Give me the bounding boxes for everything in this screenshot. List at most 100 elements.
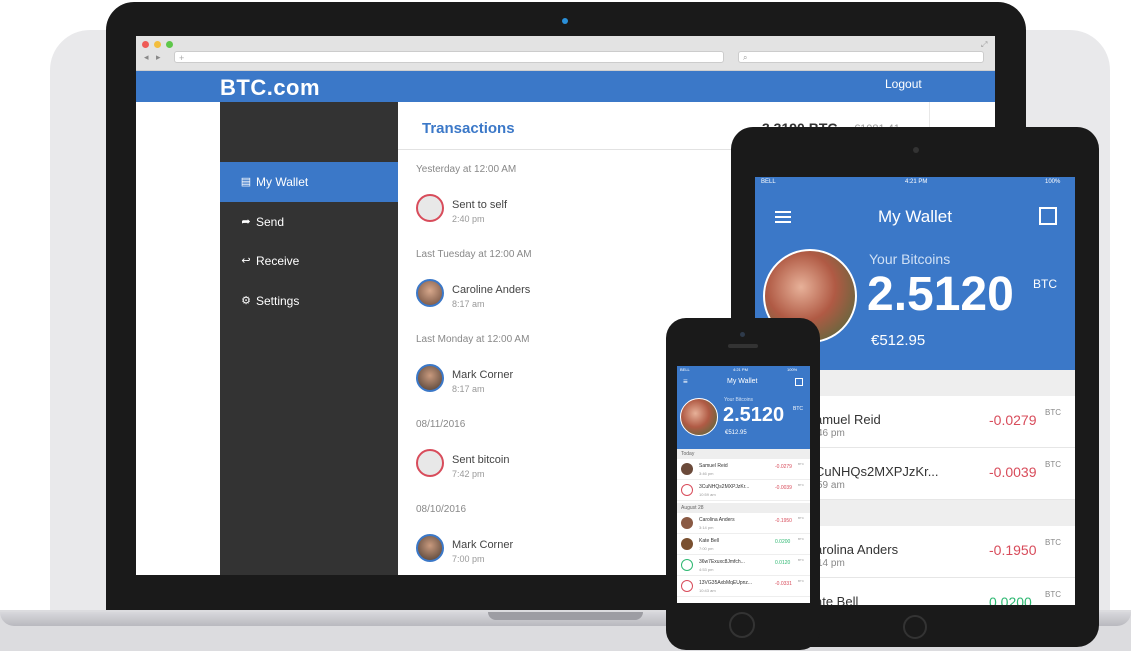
- balance-amount: 2.5120: [723, 404, 785, 426]
- group-date: 08/11/2016: [416, 419, 466, 430]
- tablet-home-button[interactable]: [903, 615, 927, 639]
- item-unit: BTC: [1045, 460, 1061, 469]
- item-name: 3CuNHQs2MXPJzKr...: [699, 484, 750, 490]
- avatar: [416, 194, 444, 222]
- phone-frame: BELL 4:21 PM 100% ≡ My Wallet Your Bitco…: [666, 318, 820, 650]
- transaction-time: 7:00 pm: [452, 554, 485, 564]
- transaction-name[interactable]: Sent bitcoin: [452, 454, 509, 466]
- list-item[interactable]: 36w7Exuxc8Jmfch... 4:53 pm 0.0120 BTC: [677, 555, 810, 576]
- menu-icon[interactable]: [775, 211, 791, 223]
- balance-fiat: €512.95: [725, 430, 747, 436]
- sidebar-item-receive[interactable]: ↩ Receive: [220, 241, 398, 281]
- transaction-name[interactable]: Mark Corner: [452, 369, 513, 381]
- qr-code-icon[interactable]: [795, 378, 803, 386]
- item-amount: -0.0279: [989, 412, 1037, 428]
- list-item[interactable]: Samuel Reid 3:46 pm -0.0279 BTC: [677, 459, 810, 480]
- item-amount: -0.0039: [989, 464, 1037, 480]
- transaction-name[interactable]: Sent to self: [452, 199, 507, 211]
- menu-icon[interactable]: ≡: [683, 377, 688, 386]
- wallet-icon: ▤: [240, 176, 252, 188]
- item-name: arolina Anders: [815, 542, 899, 557]
- item-amount: -0.0039: [775, 485, 792, 491]
- laptop-notch: [488, 612, 643, 620]
- phone-wallet-header: BELL 4:21 PM 100% ≡ My Wallet Your Bitco…: [677, 366, 810, 449]
- sidebar-item-settings[interactable]: ⚙ Settings: [220, 281, 398, 321]
- item-name: CuNHQs2MXPJzKr...: [815, 464, 939, 479]
- list-item[interactable]: 13VG35AxbMqEUpnz... 10:43 am -0.0331 BTC: [677, 576, 810, 597]
- screen-title: My Wallet: [878, 207, 952, 226]
- transaction-time: 8:17 am: [452, 384, 485, 394]
- item-unit: BTC: [798, 483, 804, 487]
- transaction-name[interactable]: Mark Corner: [452, 539, 513, 551]
- item-name: amuel Reid: [815, 412, 881, 427]
- status-carrier: BELL: [680, 367, 690, 372]
- laptop-camera: [562, 18, 568, 24]
- avatar: [681, 463, 693, 475]
- item-unit: BTC: [798, 537, 804, 541]
- section-header: Today: [677, 449, 810, 459]
- item-time: 14 pm: [817, 558, 845, 569]
- item-name: Kate Bell: [699, 538, 720, 544]
- status-time: 4:21 PM: [905, 179, 928, 185]
- browser-toolbar: ◂ ▸ + ⌕ ⤢: [136, 36, 995, 71]
- item-time: 10:59 am: [699, 492, 716, 497]
- phone-camera: [740, 332, 745, 337]
- item-amount: -0.1950: [989, 542, 1037, 558]
- status-battery: 100%: [1045, 179, 1061, 185]
- list-item[interactable]: Kate Bell 7:00 pm 0.0200 BTC: [677, 534, 810, 555]
- transaction-name[interactable]: Caroline Anders: [452, 284, 530, 296]
- item-amount: -0.0279: [775, 464, 792, 470]
- app-header: BTC.com Logout: [136, 71, 995, 102]
- qr-code-icon[interactable]: [1039, 207, 1057, 225]
- avatar: [681, 517, 693, 529]
- minimize-dot[interactable]: [154, 41, 161, 48]
- avatar: [416, 364, 444, 392]
- sidebar-item-label: Receive: [256, 254, 300, 268]
- phone-screen: BELL 4:21 PM 100% ≡ My Wallet Your Bitco…: [677, 366, 810, 603]
- status-time: 4:21 PM: [733, 367, 748, 372]
- phone-home-button[interactable]: [729, 612, 755, 638]
- group-date: 08/10/2016: [416, 504, 467, 515]
- profile-photo: [680, 398, 718, 436]
- item-amount: 0.0200: [989, 594, 1032, 605]
- maximize-dot[interactable]: [166, 41, 173, 48]
- transaction-time: 7:42 pm: [452, 469, 485, 479]
- section-header: August 28: [677, 503, 810, 513]
- forward-icon[interactable]: ▸: [156, 52, 161, 63]
- send-icon: [681, 580, 693, 592]
- brand-logo[interactable]: BTC.com: [220, 75, 320, 101]
- balance-unit: BTC: [1033, 277, 1057, 291]
- close-dot[interactable]: [142, 41, 149, 48]
- transaction-time: 2:40 pm: [452, 214, 485, 224]
- item-unit: BTC: [1045, 408, 1061, 417]
- item-time: 46 pm: [817, 428, 845, 439]
- sidebar-item-send[interactable]: ➦ Send: [220, 202, 398, 242]
- avatar: [681, 538, 693, 550]
- balance-unit: BTC: [793, 406, 803, 412]
- receive-icon: ↩: [241, 255, 251, 267]
- address-bar[interactable]: +: [174, 51, 724, 63]
- send-icon: [681, 484, 693, 496]
- transaction-time: 8:17 am: [452, 299, 485, 309]
- item-amount: 0.0120: [775, 560, 791, 566]
- fullscreen-icon[interactable]: ⤢: [981, 40, 987, 50]
- sidebar-item-my-wallet[interactable]: ▤ My Wallet: [220, 162, 398, 202]
- balance-caption: Your Bitcoins: [724, 397, 753, 403]
- back-icon[interactable]: ◂: [144, 52, 149, 63]
- item-name: Carolina Anders: [699, 517, 735, 523]
- sidebar-item-label: Settings: [256, 294, 300, 308]
- browser-search-input[interactable]: ⌕: [738, 51, 984, 63]
- list-item[interactable]: Carolina Anders 3:14 pm -0.1950 BTC: [677, 513, 810, 534]
- item-time: 3:14 pm: [699, 525, 714, 530]
- logout-link[interactable]: Logout: [885, 77, 922, 91]
- item-time: 59 am: [817, 480, 845, 491]
- status-carrier: BELL: [761, 179, 776, 185]
- avatar: [416, 279, 444, 307]
- item-time: 7:00 pm: [699, 546, 714, 551]
- item-name: 36w7Exuxc8Jmfch...: [699, 559, 745, 565]
- sidebar-item-label: Send: [256, 215, 285, 229]
- receive-icon: [681, 559, 693, 571]
- screen-title: My Wallet: [727, 378, 758, 385]
- list-item[interactable]: 3CuNHQs2MXPJzKr... 10:59 am -0.0039 BTC: [677, 480, 810, 501]
- group-date: Yesterday at 12:00 AM: [416, 164, 517, 175]
